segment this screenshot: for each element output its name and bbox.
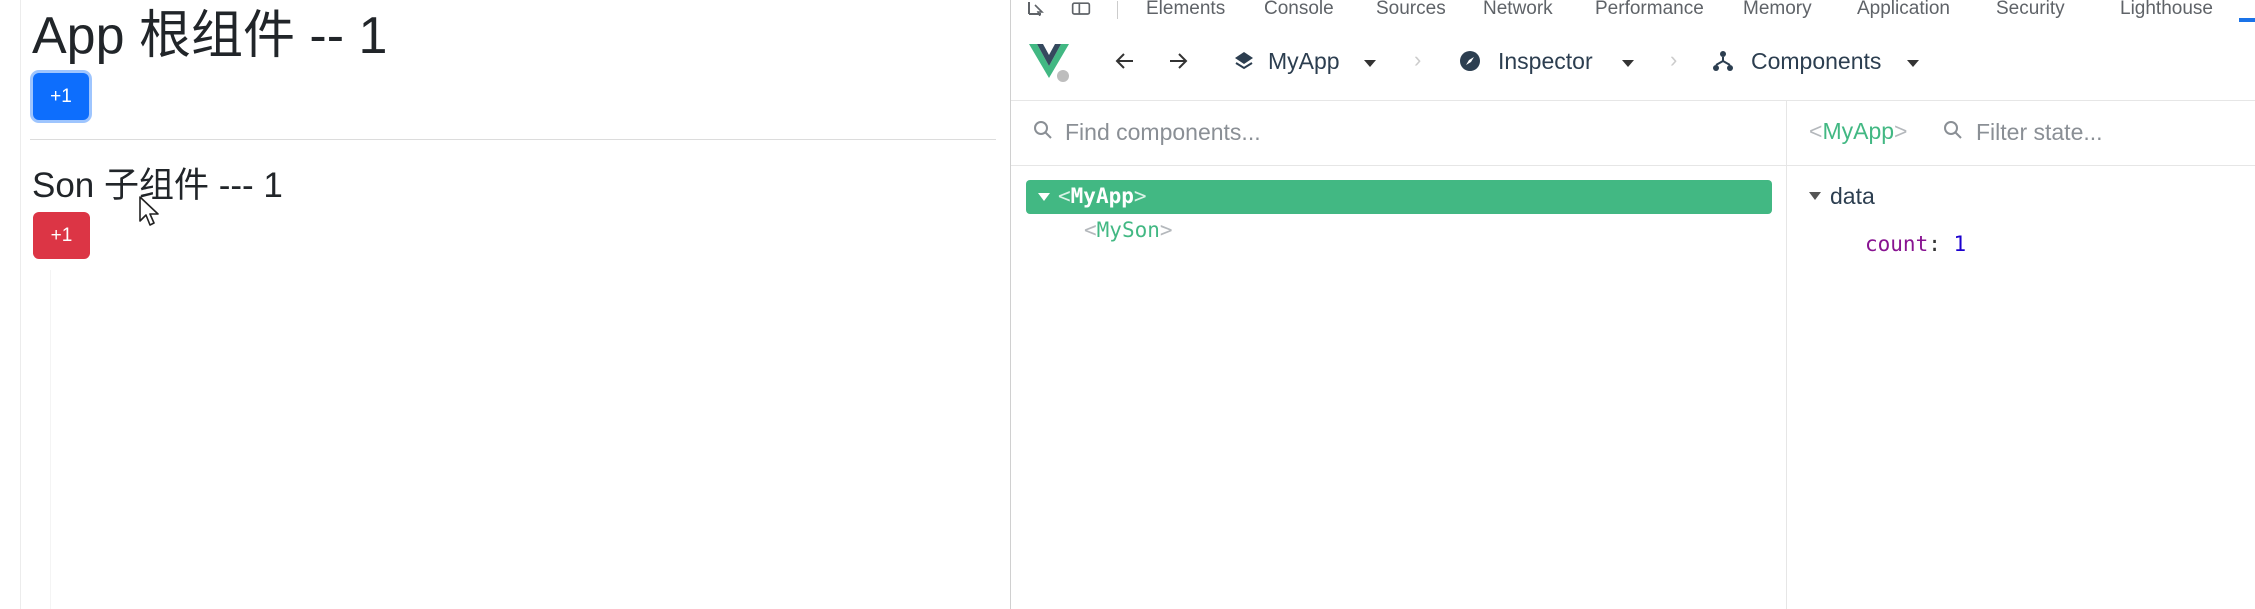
inspect-element-icon[interactable] (1027, 2, 1047, 16)
tab-memory[interactable]: Memory (1743, 0, 1812, 20)
child-increment-button[interactable]: +1 (33, 212, 90, 259)
search-icon (1034, 121, 1052, 139)
vue-devtools-toolbar: MyApp › Inspector › Components (1011, 22, 2255, 101)
view-selector-caret-icon[interactable] (1907, 60, 1919, 67)
mouse-cursor-icon (139, 196, 159, 226)
component-search-input[interactable]: Find components... (1065, 119, 1261, 146)
forward-arrow-icon[interactable] (1168, 52, 1188, 70)
tab-elements[interactable]: Elements (1146, 0, 1225, 20)
tab-lighthouse[interactable]: Lighthouse (2120, 0, 2213, 20)
tab-console[interactable]: Console (1264, 0, 1334, 20)
section-divider (30, 139, 996, 140)
component-tree-pane: Find components... <MyApp> <MySon> (1011, 101, 1787, 609)
expand-caret-icon[interactable] (1038, 193, 1050, 201)
tab-security[interactable]: Security (1996, 0, 2065, 20)
selected-component-name: <MyApp> (1809, 118, 1908, 144)
app-viewport: App 根组件 -- 1 +1 Son 子组件 --- 1 +1 (0, 0, 1010, 609)
mode-selector-caret-icon[interactable] (1622, 60, 1634, 67)
filter-search-icon (1944, 121, 1962, 139)
state-inspector-pane: <MyApp> Filter state... data count: 1 (1787, 101, 2255, 609)
root-increment-button[interactable]: +1 (33, 73, 89, 120)
component-tree-icon (1713, 51, 1733, 71)
view-selector-label[interactable]: Components (1751, 48, 1881, 75)
tab-application[interactable]: Application (1857, 0, 1950, 20)
devtools-tab-bar: Elements Console Sources Network Perform… (1011, 0, 2255, 23)
tree-node-child[interactable]: <MySon> (1084, 218, 1173, 242)
state-entry-count: count: 1 (1865, 232, 1967, 256)
breadcrumb-chevron-icon: › (1670, 47, 1678, 72)
breadcrumb-chevron-icon: › (1414, 47, 1422, 72)
devtools-panel: Elements Console Sources Network Perform… (1010, 0, 2255, 609)
tree-node-root: <MyApp> (1058, 184, 1147, 208)
app-selector-label[interactable]: MyApp (1268, 48, 1340, 75)
component-search-row: Find components... (1011, 101, 1786, 166)
vue-logo-icon[interactable] (1029, 42, 1073, 82)
tab-performance[interactable]: Performance (1595, 0, 1704, 20)
page-guide-line (50, 270, 51, 609)
tab-sources[interactable]: Sources (1376, 0, 1446, 20)
tree-node-selected-row[interactable]: <MyApp> (1026, 180, 1772, 214)
root-component-title: App 根组件 -- 1 (32, 7, 388, 65)
layers-icon (1235, 52, 1253, 70)
app-selector-caret-icon[interactable] (1364, 60, 1376, 67)
tab-network[interactable]: Network (1483, 0, 1553, 20)
data-section-label[interactable]: data (1830, 183, 1875, 210)
device-toolbar-icon[interactable] (1071, 2, 1091, 16)
tab-separator (1117, 1, 1118, 19)
back-arrow-icon[interactable] (1115, 52, 1135, 70)
data-section-caret-icon[interactable] (1809, 192, 1821, 200)
mode-selector-label[interactable]: Inspector (1498, 48, 1593, 75)
compass-icon (1460, 51, 1480, 71)
state-inspector-header: <MyApp> Filter state... (1787, 101, 2255, 166)
page-edge (20, 0, 21, 609)
state-filter-input[interactable]: Filter state... (1976, 119, 2103, 146)
